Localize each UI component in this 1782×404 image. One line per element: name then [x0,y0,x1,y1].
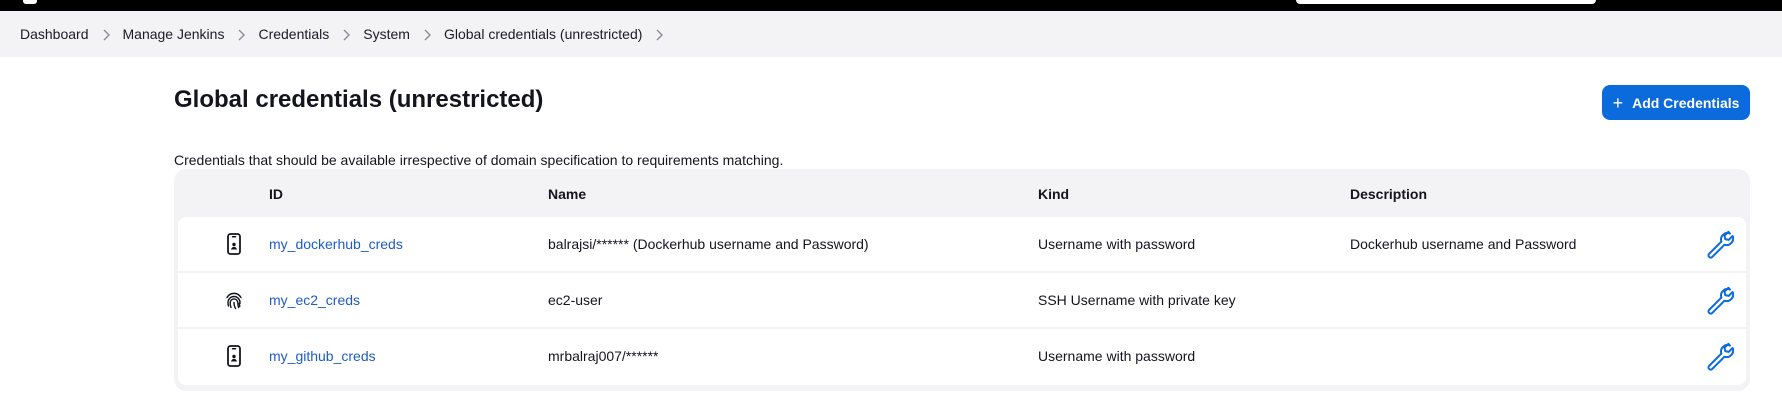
credential-id-link[interactable]: my_github_creds [269,348,376,364]
mobile-phone-icon [227,345,241,367]
credential-name: ec2-user [548,292,603,308]
jenkins-logo[interactable] [23,0,37,4]
credential-kind: Username with password [1038,348,1196,364]
table-header: ID Name Kind Description [174,169,1750,217]
top-header-bar [0,0,1782,11]
breadcrumb-system[interactable]: System [363,26,410,42]
mobile-phone-icon [227,233,241,255]
page-title: Global credentials (unrestricted) [174,86,544,113]
wrench-icon[interactable] [1704,229,1734,259]
credential-description: Dockerhub username and Password [1350,236,1577,252]
domain-description: Credentials that should be available irr… [174,152,784,168]
breadcrumb-global-credentials[interactable]: Global credentials (unrestricted) [444,26,642,42]
credential-id-link[interactable]: my_dockerhub_creds [269,236,403,252]
credentials-table: ID Name Kind Description my_dockerhub_cr… [174,169,1750,391]
add-credentials-label: Add Credentials [1632,94,1740,111]
credential-kind: Username with password [1038,236,1196,252]
add-credentials-button[interactable]: + Add Credentials [1602,85,1750,120]
search-input[interactable] [1296,0,1596,4]
credential-kind: SSH Username with private key [1038,292,1236,308]
chevron-right-icon[interactable] [89,27,123,42]
breadcrumb: Dashboard Manage Jenkins Credentials Sys… [20,11,676,57]
column-header-kind[interactable]: Kind [1038,186,1069,202]
table-row: my_ec2_creds ec2-user SSH Username with … [178,273,1746,327]
chevron-right-icon[interactable] [642,27,676,42]
wrench-icon[interactable] [1704,285,1734,315]
wrench-icon[interactable] [1704,341,1734,371]
credential-name: balrajsi/****** (Dockerhub username and … [548,236,869,252]
chevron-right-icon[interactable] [410,27,444,42]
breadcrumb-manage-jenkins[interactable]: Manage Jenkins [123,26,225,42]
breadcrumb-dashboard[interactable]: Dashboard [20,26,89,42]
credential-id-link[interactable]: my_ec2_creds [269,292,360,308]
table-row: my_github_creds mrbalraj007/****** Usern… [178,329,1746,385]
chevron-right-icon[interactable] [329,27,363,42]
breadcrumb-bar: Dashboard Manage Jenkins Credentials Sys… [0,11,1782,57]
table-row: my_dockerhub_creds balrajsi/****** (Dock… [178,217,1746,271]
column-header-description[interactable]: Description [1350,186,1427,202]
fingerprint-icon [226,292,242,310]
plus-icon: + [1612,92,1624,113]
breadcrumb-credentials[interactable]: Credentials [258,26,329,42]
credential-name: mrbalraj007/****** [548,348,659,364]
column-header-id[interactable]: ID [269,186,283,202]
column-header-name[interactable]: Name [548,186,586,202]
chevron-right-icon[interactable] [224,27,258,42]
